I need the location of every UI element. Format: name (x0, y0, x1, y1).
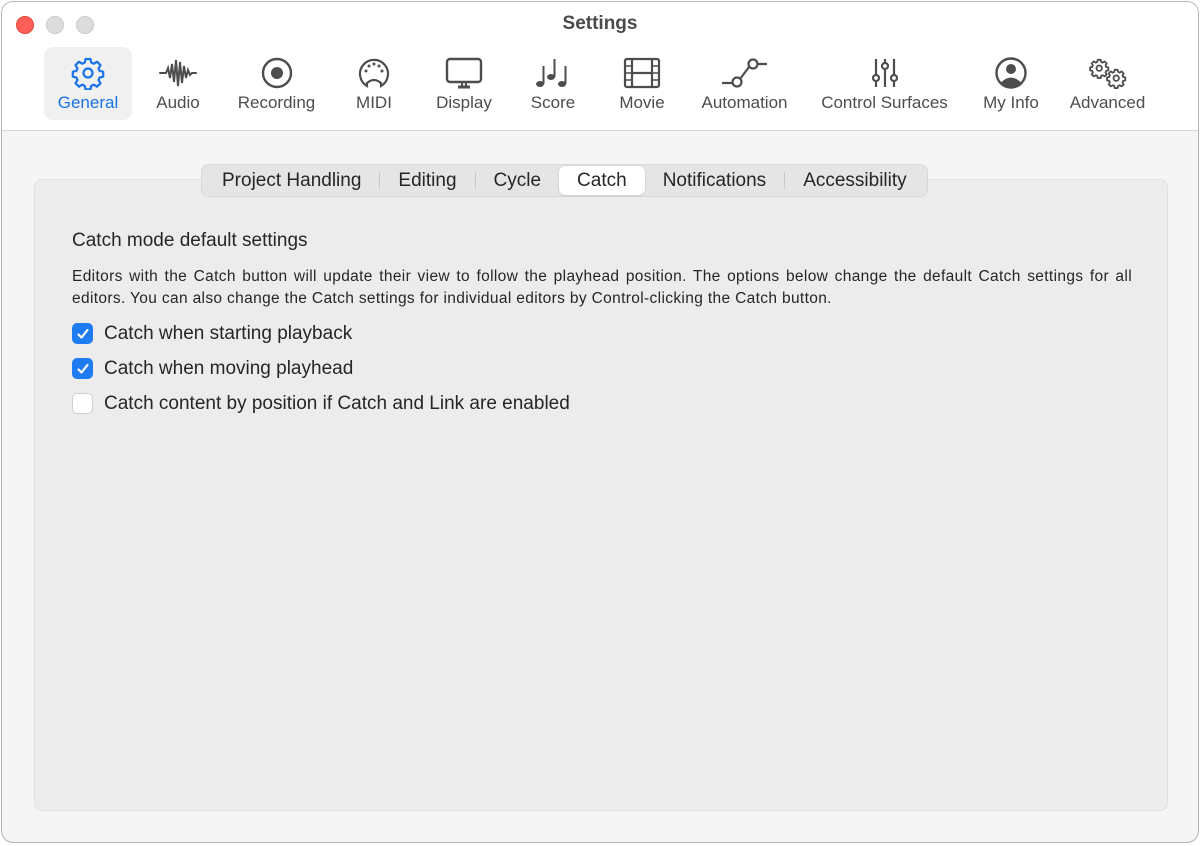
checkbox-label: Catch when starting playback (104, 322, 353, 344)
gears-icon (1086, 55, 1130, 91)
toolbar-item-label: Control Surfaces (821, 93, 948, 112)
tab-notifications[interactable]: Notifications (645, 166, 785, 195)
toolbar-item-label: Advanced (1069, 93, 1146, 112)
settings-tab-bar: Project Handling Editing Cycle Catch Not… (201, 164, 928, 197)
automation-curve-icon (720, 55, 770, 91)
tab-editing[interactable]: Editing (380, 166, 474, 195)
catch-content-by-position-option[interactable]: Catch content by position if Catch and L… (72, 386, 1132, 421)
toolbar-item-advanced[interactable]: Advanced (1055, 47, 1160, 120)
window-title: Settings (562, 13, 638, 34)
catch-starting-playback-option[interactable]: Catch when starting playback (72, 316, 1132, 351)
toolbar-item-label: My Info (983, 93, 1039, 112)
toolbar-item-label: Audio (156, 93, 200, 112)
toolbar-item-label: MIDI (356, 93, 392, 112)
catch-starting-playback-checkbox[interactable] (72, 323, 93, 344)
record-icon (257, 55, 297, 91)
catch-content-by-position-checkbox[interactable] (72, 393, 93, 414)
catch-options: Catch when starting playback Catch when … (72, 316, 1132, 421)
toolbar-item-midi[interactable]: MIDI (329, 47, 419, 120)
film-icon (622, 55, 662, 91)
tab-cycle[interactable]: Cycle (476, 166, 560, 195)
settings-window: Settings General Audio Recording MIDI Di… (1, 1, 1199, 843)
catch-moving-playhead-option[interactable]: Catch when moving playhead (72, 351, 1132, 386)
toolbar-item-audio[interactable]: Audio (132, 47, 224, 120)
toolbar-item-my-info[interactable]: My Info (967, 47, 1055, 120)
toolbar-item-score[interactable]: Score (509, 47, 597, 120)
toolbar-item-control-surfaces[interactable]: Control Surfaces (802, 47, 967, 120)
toolbar-item-label: Score (530, 93, 576, 112)
midi-connector-icon (354, 55, 394, 91)
toolbar-item-recording[interactable]: Recording (224, 47, 329, 120)
gear-icon (68, 55, 108, 91)
toolbar-item-movie[interactable]: Movie (597, 47, 687, 120)
toolbar-item-label: Automation (701, 93, 788, 112)
toolbar-item-general[interactable]: General (44, 47, 132, 120)
section-description: Editors with the Catch button will updat… (72, 268, 1132, 307)
toolbar-item-label: Recording (237, 93, 316, 112)
title-bar: Settings General Audio Recording MIDI Di… (2, 2, 1198, 131)
catch-settings-content: Catch mode default settings Editors with… (72, 230, 1132, 421)
person-circle-icon (991, 55, 1031, 91)
toolbar-item-label: Movie (619, 93, 665, 112)
checkbox-label: Catch when moving playhead (104, 357, 354, 379)
settings-toolbar: General Audio Recording MIDI Display Sco… (44, 47, 1160, 120)
checkbox-label: Catch content by position if Catch and L… (104, 392, 570, 414)
toolbar-item-display[interactable]: Display (419, 47, 509, 120)
sliders-icon (865, 55, 905, 91)
tab-project-handling[interactable]: Project Handling (204, 166, 379, 195)
checkmark-icon (76, 328, 89, 339)
waveform-icon (158, 55, 198, 91)
toolbar-item-automation[interactable]: Automation (687, 47, 802, 120)
music-notes-icon (533, 55, 573, 91)
tab-accessibility[interactable]: Accessibility (785, 166, 924, 195)
monitor-icon (444, 55, 484, 91)
toolbar-item-label: Display (436, 93, 492, 112)
tab-catch[interactable]: Catch (559, 166, 645, 195)
section-heading: Catch mode default settings (72, 230, 308, 251)
catch-moving-playhead-checkbox[interactable] (72, 358, 93, 379)
checkmark-icon (76, 363, 89, 374)
toolbar-item-label: General (57, 93, 119, 112)
